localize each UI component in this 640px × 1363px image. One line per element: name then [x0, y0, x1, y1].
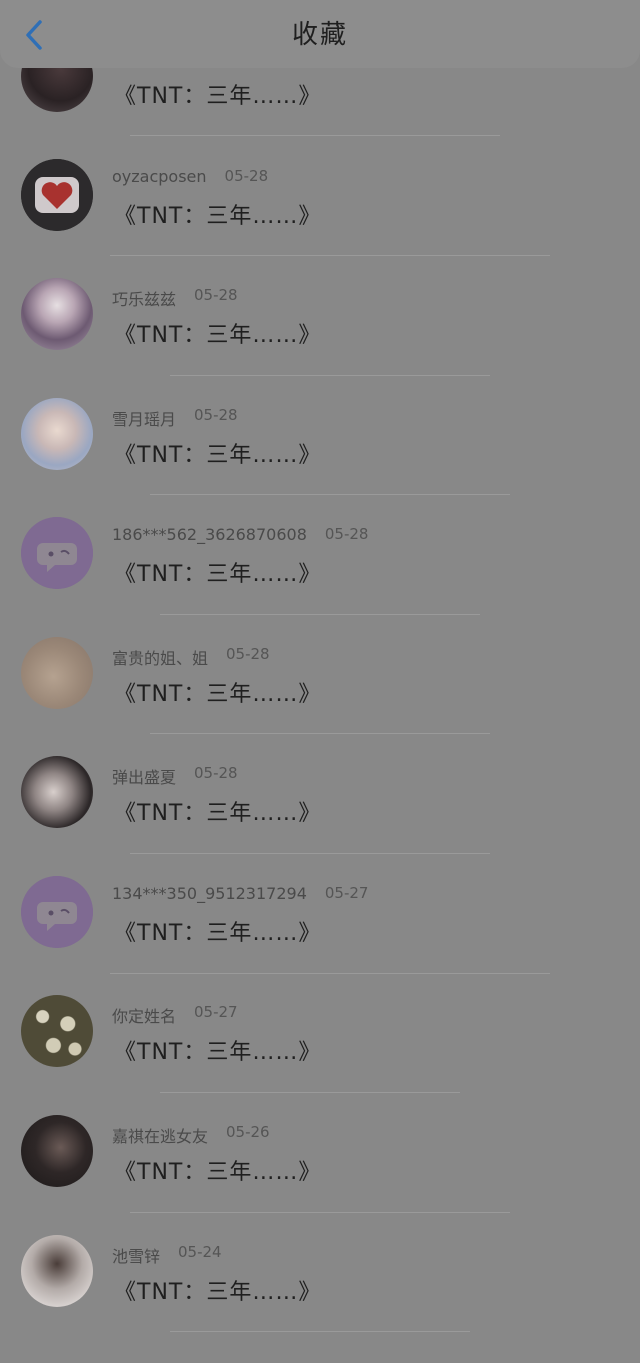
divider [170, 375, 490, 376]
item-title: 《TNT：三年……》 [114, 1280, 322, 1305]
divider [130, 135, 500, 136]
user-name: 雪月瑶月 [112, 410, 177, 429]
item-meta: 雪月瑶月 05-28 [112, 406, 238, 430]
user-name: 巧乐兹兹 [112, 290, 177, 309]
item-title: 《TNT：三年……》 [114, 1040, 322, 1065]
list-item[interactable]: 富贵的姐、姐 05-28 《TNT：三年……》 [0, 618, 640, 738]
item-meta: 134***350_9512317294 05-27 [112, 884, 368, 903]
item-title: 《TNT：三年……》 [114, 682, 322, 707]
item-date: 05-27 [324, 884, 369, 902]
avatar [21, 278, 93, 350]
divider [170, 1331, 470, 1332]
avatar [21, 756, 93, 828]
list-item[interactable]: oyzacposen 05-28 《TNT：三年……》 [0, 140, 640, 260]
user-name: 你定姓名 [112, 1007, 177, 1026]
user-name: 嘉祺在逃女友 [112, 1127, 209, 1146]
item-date: 05-26 [226, 1123, 270, 1141]
item-title: 《TNT：三年……》 [114, 1160, 322, 1185]
divider [160, 1092, 460, 1093]
item-title: 《TNT：三年……》 [114, 323, 322, 348]
divider [160, 614, 480, 615]
item-title: 《TNT：三年……》 [114, 84, 322, 109]
favorites-list: 《TNT：三年……》 oyzacposen 05-28 《TNT：三年……》 巧… [0, 0, 640, 1363]
item-date: 05-28 [226, 645, 270, 663]
item-title: 《TNT：三年……》 [114, 921, 322, 946]
item-date: 05-27 [194, 1003, 238, 1021]
item-title: 《TNT：三年……》 [114, 443, 322, 468]
divider [130, 853, 490, 854]
item-date: 05-28 [194, 406, 238, 424]
list-item[interactable]: 你定姓名 05-27 《TNT：三年……》 [0, 976, 640, 1096]
item-date: 05-28 [324, 525, 369, 543]
divider [150, 733, 490, 734]
chat-bubble-icon [21, 876, 93, 948]
list-item[interactable]: 134***350_9512317294 05-27 《TNT：三年……》 [0, 857, 640, 977]
user-name: oyzacposen [112, 167, 207, 186]
user-name: 富贵的姐、姐 [112, 649, 209, 668]
list-item[interactable]: 186***562_3626870608 05-28 《TNT：三年……》 [0, 498, 640, 618]
item-meta: 富贵的姐、姐 05-28 [112, 645, 270, 669]
user-name: 186***562_3626870608 [112, 525, 307, 544]
list-item[interactable]: 嘉祺在逃女友 05-26 《TNT：三年……》 [0, 1096, 640, 1216]
divider [110, 255, 550, 256]
divider [150, 494, 510, 495]
heart-icon [21, 159, 93, 231]
avatar [21, 995, 93, 1067]
item-title: 《TNT：三年……》 [114, 562, 322, 587]
item-meta: 巧乐兹兹 05-28 [112, 286, 238, 310]
item-date: 05-28 [194, 286, 238, 304]
item-date: 05-28 [224, 167, 269, 185]
item-date: 05-28 [194, 764, 238, 782]
avatar [21, 1115, 93, 1187]
chat-bubble-icon [21, 517, 93, 589]
item-meta: oyzacposen 05-28 [112, 167, 268, 186]
item-meta: 池雪锌 05-24 [112, 1243, 222, 1267]
item-meta: 弹出盛夏 05-28 [112, 764, 238, 788]
item-meta: 嘉祺在逃女友 05-26 [112, 1123, 270, 1147]
item-date: 05-24 [178, 1243, 222, 1261]
list-item[interactable]: 巧乐兹兹 05-28 《TNT：三年……》 [0, 259, 640, 379]
user-name: 134***350_9512317294 [112, 884, 307, 903]
item-title: 《TNT：三年……》 [114, 204, 322, 229]
top-bar: 收藏 [0, 0, 640, 68]
item-meta: 186***562_3626870608 05-28 [112, 525, 368, 544]
user-name: 弹出盛夏 [112, 768, 177, 787]
item-meta: 你定姓名 05-27 [112, 1003, 238, 1027]
avatar [21, 398, 93, 470]
avatar [21, 637, 93, 709]
item-title: 《TNT：三年……》 [114, 801, 322, 826]
list-item[interactable]: 雪月瑶月 05-28 《TNT：三年……》 [0, 379, 640, 499]
list-item[interactable]: 池雪锌 05-24 《TNT：三年……》 [0, 1216, 640, 1336]
user-name: 池雪锌 [112, 1247, 161, 1266]
page-title: 收藏 [291, 20, 348, 50]
divider [110, 973, 550, 974]
avatar [21, 1235, 93, 1307]
list-item[interactable]: 弹出盛夏 05-28 《TNT：三年……》 [0, 737, 640, 857]
divider [130, 1212, 510, 1213]
